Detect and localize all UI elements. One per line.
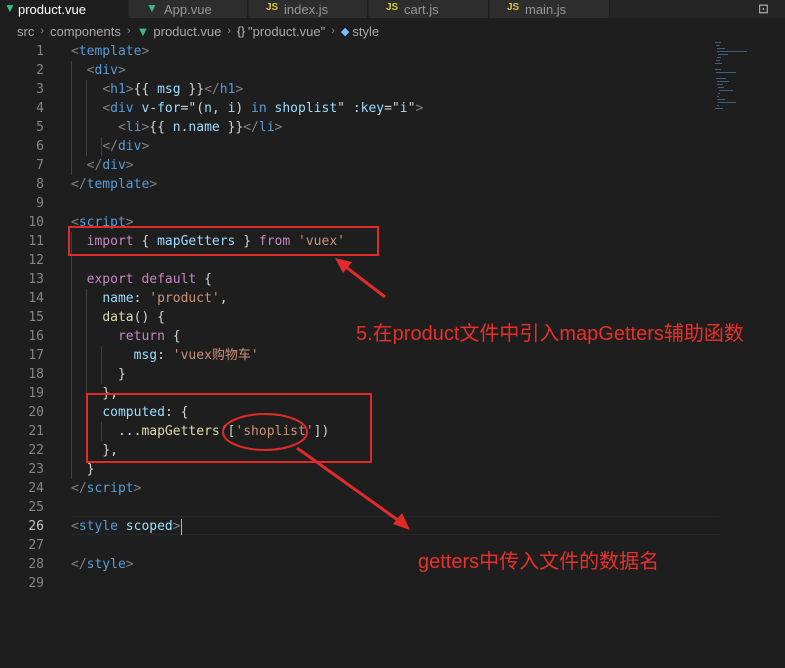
arrow-line-1 [341, 262, 386, 299]
annotation-note-mapgetters: 5.在product文件中引入mapGetters辅助函数 [356, 323, 744, 345]
annotation-note-getters: getters中传入文件的数据名 [418, 551, 660, 573]
arrow-head-2 [393, 513, 410, 530]
highlight-ellipse [222, 413, 308, 451]
arrow-line-2 [296, 446, 403, 525]
